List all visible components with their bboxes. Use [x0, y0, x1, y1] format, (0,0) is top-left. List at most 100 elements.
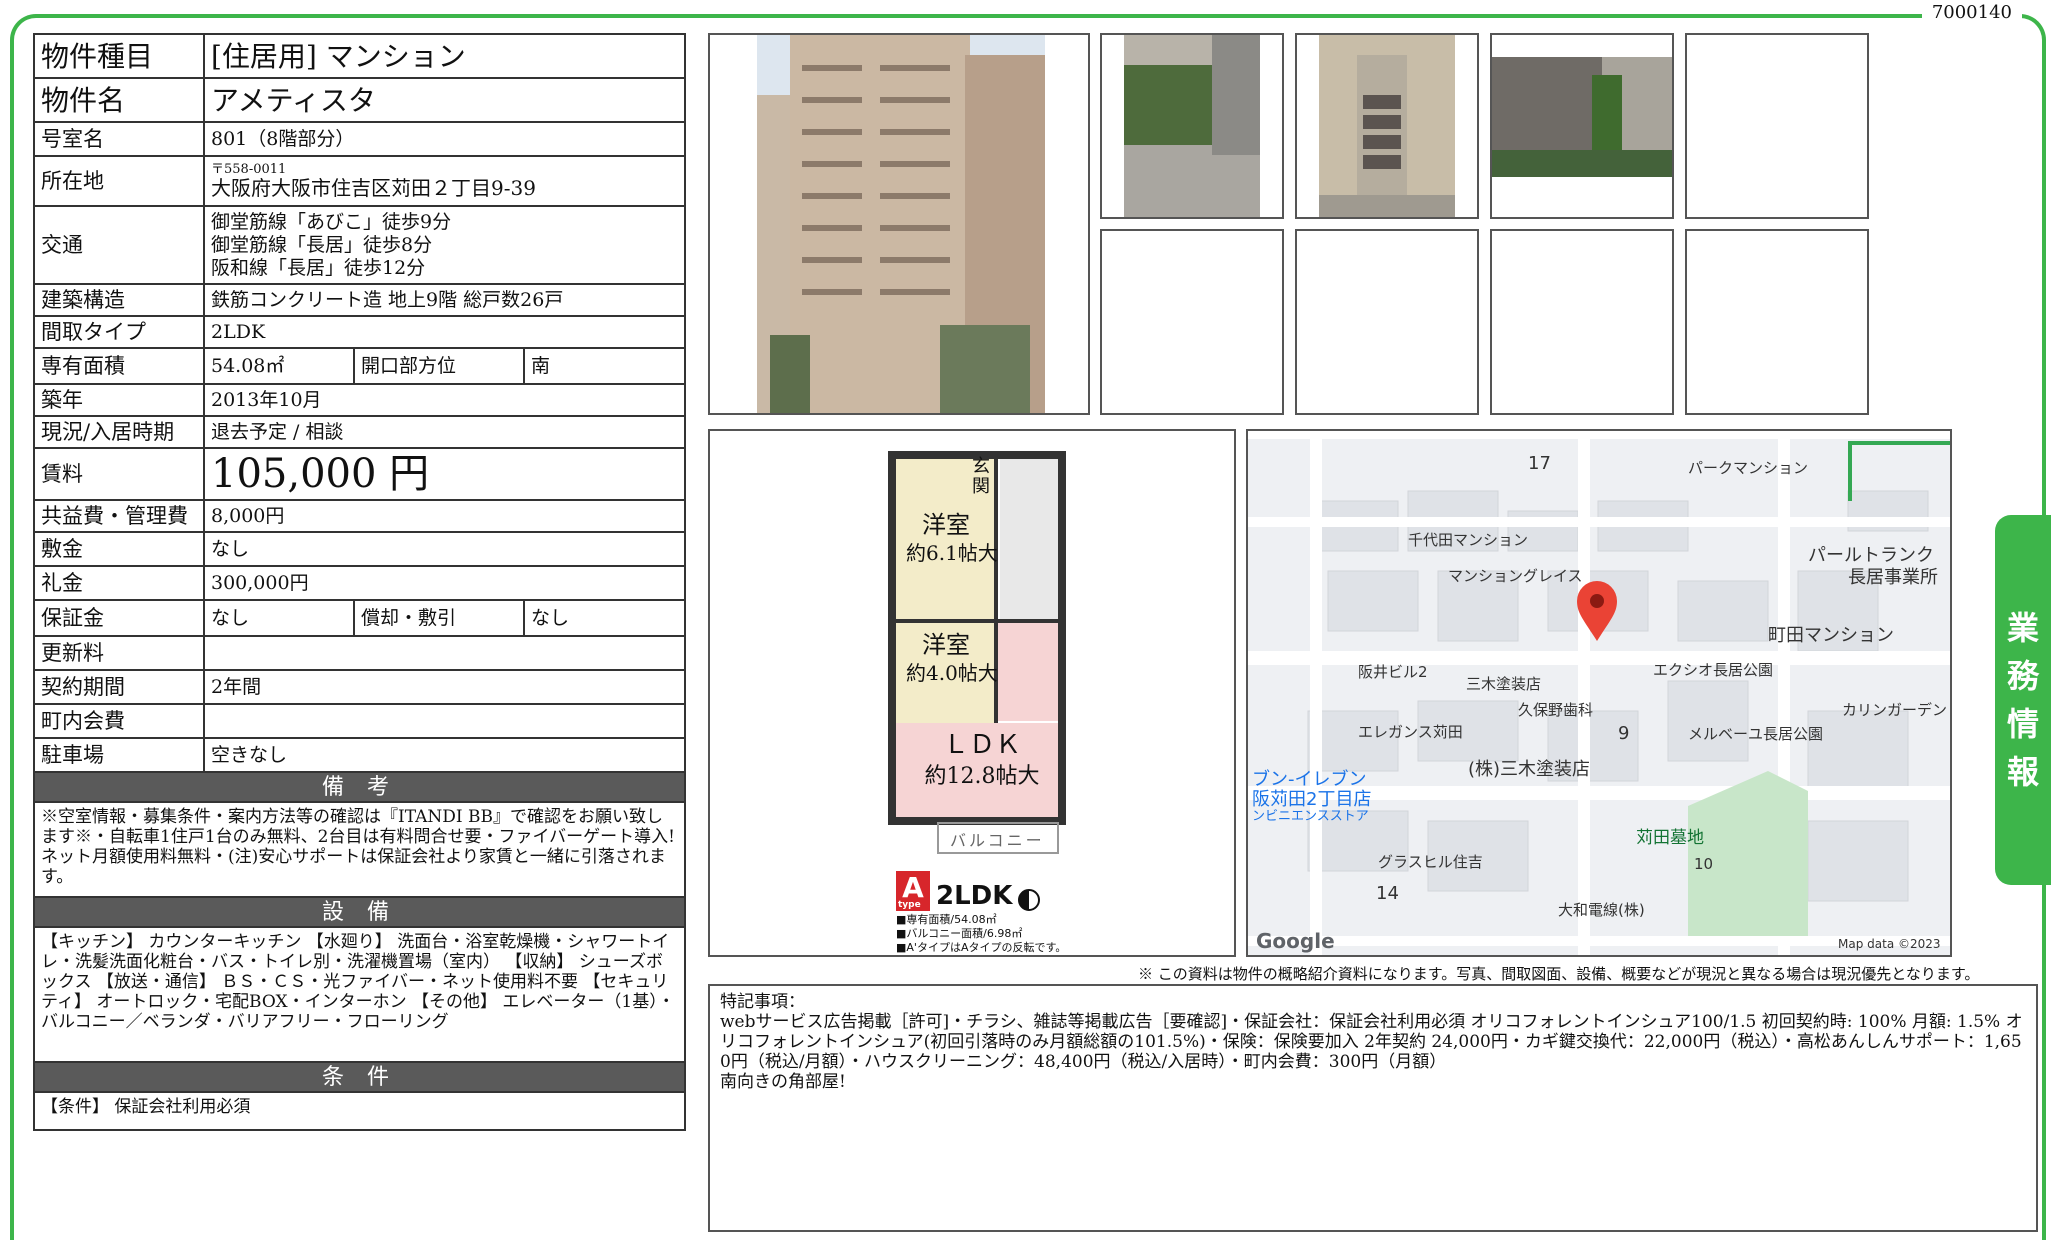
label-parking: 駐車場: [33, 737, 205, 773]
map-label: 町田マンション: [1768, 625, 1894, 646]
map-label: パークマンション: [1688, 459, 1809, 477]
label-area: 専有面積: [33, 347, 205, 385]
compass-icon: [1018, 889, 1041, 911]
google-logo: Google: [1256, 929, 1335, 953]
room-label: 洋室: [922, 631, 970, 659]
layout-type: 2LDK: [936, 881, 1013, 911]
room-size: 約4.0帖大: [906, 661, 998, 685]
room-label: ＬＤＫ: [942, 730, 1021, 760]
label-town-fee: 町内会費: [33, 703, 205, 739]
map-label: 苅田墓地: [1636, 828, 1704, 848]
map-label: 久保野歯科: [1518, 701, 1594, 719]
building-photo[interactable]: [708, 33, 1090, 415]
label-fee: 共益費・管理費: [33, 499, 205, 533]
type-badge-sub: type: [898, 900, 921, 910]
value-key-money: 300,000円: [203, 565, 686, 601]
label-direction: 開口部方位: [353, 350, 523, 382]
value-amortization: なし: [523, 602, 683, 634]
value-built: 2013年10月: [203, 383, 686, 417]
thumbnail-mailbox[interactable]: [1295, 33, 1479, 219]
label-address: 所在地: [33, 155, 205, 207]
map-label: 17: [1528, 453, 1551, 474]
map-label: ンビニエンスストア: [1252, 809, 1369, 824]
special-notes: 特記事項： webサービス広告掲載［許可]・チラシ、雑誌等掲載広告［要確認]・保…: [708, 984, 2038, 1232]
remarks-header: 備 考: [33, 773, 686, 803]
side-tab-char: 情: [2006, 705, 2039, 743]
notes-body: webサービス広告掲載［許可]・チラシ、雑誌等掲載広告［要確認]・保証会社：保証…: [720, 1012, 2023, 1072]
thumbnail-empty-2: [1100, 229, 1284, 415]
label-rent: 賃料: [33, 447, 205, 501]
thumbnail-empty-4: [1490, 229, 1674, 415]
value-fee: 8,000円: [203, 499, 686, 533]
label-built: 築年: [33, 383, 205, 417]
conditions-header: 条 件: [33, 1063, 686, 1093]
value-structure: 鉄筋コンクリート造 地上9階 総戸数26戸: [203, 283, 686, 317]
floor-plan[interactable]: 洋室 約6.1帖大 洋室 約4.0帖大 ＬＤＫ 約12.8帖大 玄関 バルコニー…: [708, 429, 1236, 957]
equipment-header: 設 備: [33, 898, 686, 928]
floorplan-spec: ■A'タイプはAタイプの反転です。: [896, 941, 1067, 954]
value-direction: 南: [523, 350, 683, 382]
value-area: 54.08㎡: [211, 354, 285, 377]
value-name: アメティスタ: [203, 77, 686, 123]
label-amortization: 償却・敷引: [353, 602, 523, 634]
room-label: 洋室: [922, 511, 970, 539]
value-rent: 105,000 円: [203, 447, 686, 501]
label-renewal: 更新料: [33, 635, 205, 671]
thumbnail-empty-3: [1295, 229, 1479, 415]
value-address: 〒558-0011 大阪府大阪市住吉区苅田２丁目9-39: [203, 155, 686, 207]
notes-extra: 南向きの角部屋!: [720, 1072, 846, 1092]
balcony-label: バルコニー: [950, 831, 1045, 850]
map-label: グラスヒル住吉: [1378, 853, 1483, 871]
value-room: 801（8階部分）: [203, 121, 686, 157]
label-room: 号室名: [33, 121, 205, 157]
thumbnail-garden[interactable]: [1490, 33, 1674, 219]
label-access: 交通: [33, 205, 205, 285]
side-tab-char: 報: [2006, 753, 2039, 791]
label-layout: 間取タイプ: [33, 315, 205, 349]
access-line: 御堂筋線「あびこ」徒歩9分: [211, 210, 452, 233]
value-parking: 空きなし: [203, 737, 686, 773]
disclaimer: ※ この資料は物件の概略紹介資料になります。写真、間取図面、設備、概要などが現況…: [1138, 965, 1980, 983]
map-label: 大和電線(株): [1558, 901, 1645, 919]
value-guarantee: なし: [211, 606, 250, 629]
map-label: 9: [1618, 723, 1630, 744]
label-status: 現況/入居時期: [33, 415, 205, 449]
garden-image: [1492, 35, 1672, 217]
floorplan-spec: ■専有面積/54.08㎡: [896, 913, 997, 926]
remarks-body: ※空室情報・募集条件・案内方法等の確認は『ITANDI BB』で確認をお願い致し…: [33, 803, 686, 898]
postal-code: 〒558-0011: [211, 161, 287, 177]
value-renewal: [203, 635, 686, 671]
map-drawing: [1248, 431, 1950, 955]
side-tab-char: 業: [2006, 609, 2039, 647]
map-label: メルベーユ長居公園: [1688, 725, 1824, 743]
label-type: 物件種目: [33, 33, 205, 79]
map-label: エレガンス苅田: [1358, 723, 1463, 741]
label-key-money: 礼金: [33, 565, 205, 601]
map-label: 三木塗装店: [1466, 675, 1542, 693]
access-line: 御堂筋線「長居」徒歩8分: [211, 233, 433, 256]
map-label: 阪井ビル2: [1358, 663, 1428, 681]
value-type: [住居用] マンション: [203, 33, 686, 79]
property-spec-panel: 物件種目 [住居用] マンション 物件名 アメティスタ 号室名 801（8階部分） 所…: [33, 33, 686, 1131]
spec-table: 物件種目 [住居用] マンション 物件名 アメティスタ 号室名 801（8階部分） 所…: [33, 33, 686, 773]
building-image: [710, 35, 1088, 413]
floorplan-spec: ■バルコニー面積/6.98㎡: [896, 927, 1023, 940]
value-access: 御堂筋線「あびこ」徒歩9分 御堂筋線「長居」徒歩8分 阪和線「長居」徒歩12分: [203, 205, 686, 285]
location-map[interactable]: 17 パークマンション 千代田マンション パールトランク 長居事業所 マンション…: [1246, 429, 1952, 957]
conditions-body: 【条件】 保証会社利用必須: [33, 1093, 686, 1131]
document-id: 7000140: [1921, 2, 2022, 23]
thumbnail-empty-5: [1685, 229, 1869, 415]
label-name: 物件名: [33, 77, 205, 123]
entrance-label: 玄関: [972, 456, 990, 497]
map-label: 14: [1376, 883, 1399, 904]
business-info-tab[interactable]: 業 務 情 報: [1995, 515, 2051, 885]
value-layout: 2LDK: [203, 315, 686, 349]
room-size: 約12.8帖大: [924, 764, 1040, 789]
label-deposit: 敷金: [33, 531, 205, 567]
notes-title: 特記事項：: [720, 992, 805, 1012]
label-contract: 契約期間: [33, 669, 205, 705]
thumbnail-empty-1: [1685, 33, 1869, 219]
access-line: 阪和線「長居」徒歩12分: [211, 256, 426, 279]
value-deposit: なし: [203, 531, 686, 567]
thumbnail-entrance[interactable]: [1100, 33, 1284, 219]
